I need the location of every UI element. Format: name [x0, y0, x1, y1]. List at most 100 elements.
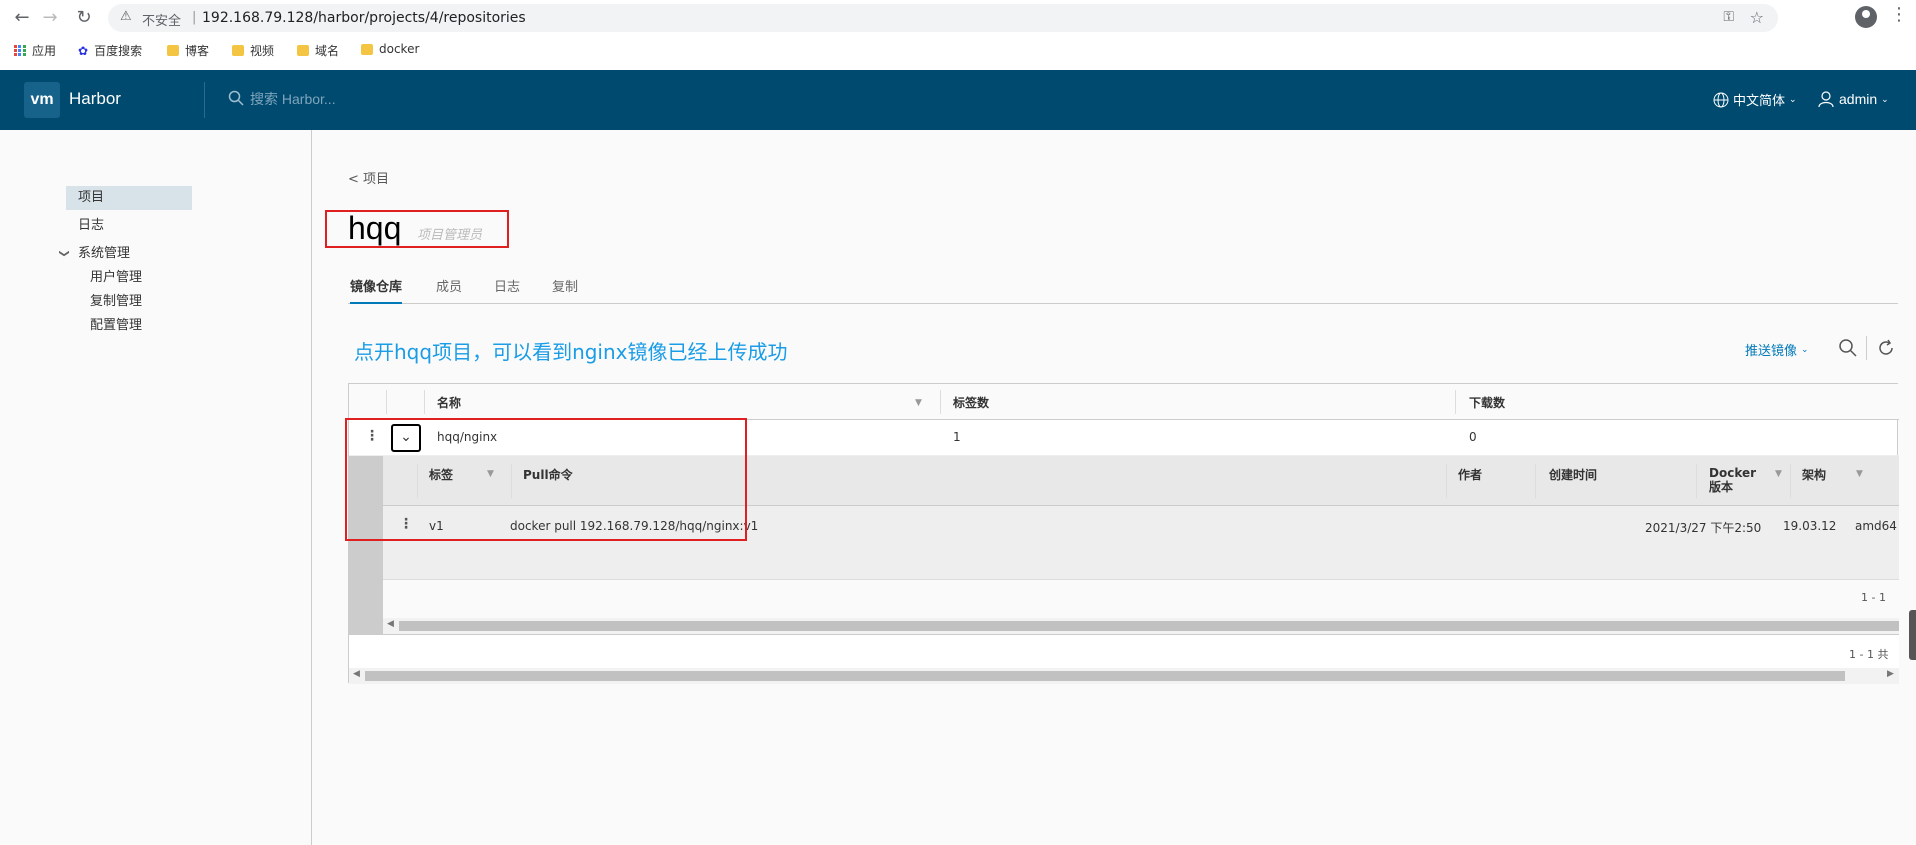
insecure-label: 不安全: [142, 14, 182, 29]
scroll-thumb[interactable]: [399, 621, 1899, 631]
tag-docker-version: 19.03.12: [1783, 519, 1837, 533]
breadcrumb[interactable]: < 项目: [348, 168, 389, 187]
tab-logs[interactable]: 日志: [494, 276, 520, 304]
push-image-label: 推送镜像: [1745, 344, 1798, 359]
address-bar[interactable]: ⚠ 不安全 | 192.168.79.128/harbor/projects/4…: [108, 4, 1778, 32]
datagrid-header: 名称 ▼ 标签数 下载数: [349, 384, 1899, 420]
push-image-button[interactable]: 推送镜像 ⌄: [1745, 340, 1809, 359]
search-icon[interactable]: [1838, 338, 1858, 358]
bookmark-label: 视频: [250, 44, 275, 58]
profile-icon[interactable]: [1855, 6, 1877, 28]
baidu-paw-icon: ✿: [78, 43, 89, 58]
language-selector[interactable]: 中文简体 ⌄: [1713, 90, 1797, 109]
pagination-text: 1 - 1 共: [1849, 648, 1889, 661]
column-header-pulls[interactable]: 下载数: [1469, 394, 1505, 411]
pull-count: 0: [1469, 430, 1477, 444]
tab-replication[interactable]: 复制: [552, 276, 578, 304]
folder-icon: [297, 45, 309, 56]
column-separator: [424, 390, 425, 414]
sidebar-item-configuration[interactable]: 配置管理: [90, 314, 142, 338]
user-icon: [1818, 91, 1834, 108]
column-separator: [1696, 464, 1697, 498]
bookmarks-bar: 应用 ✿ 百度搜索 博客 视频 域名 docker: [0, 40, 1916, 64]
column-separator: [1535, 464, 1536, 498]
tag-created: 2021/3/27 下午2:50: [1645, 521, 1762, 535]
url-text[interactable]: 192.168.79.128/harbor/projects/4/reposit…: [202, 10, 526, 26]
bookmark-docker[interactable]: docker: [361, 42, 419, 56]
sidebar-item-replication-management[interactable]: 复制管理: [90, 290, 142, 314]
bookmark-label: 域名: [315, 44, 340, 58]
subgrid-pagination: 1 - 1: [1861, 591, 1886, 604]
forward-icon[interactable]: →: [38, 6, 62, 30]
scroll-right-icon[interactable]: ▶: [1887, 669, 1894, 679]
vm-logo[interactable]: vm: [24, 82, 60, 118]
folder-icon: [361, 43, 373, 55]
bookmark-domain[interactable]: 域名: [297, 42, 339, 59]
tab-repositories[interactable]: 镜像仓库: [350, 276, 403, 304]
bookmark-label: 应用: [32, 44, 57, 58]
key-icon[interactable]: ⚿: [1723, 9, 1734, 25]
warning-icon: ⚠: [120, 9, 132, 24]
scroll-left-icon[interactable]: ◀: [387, 619, 394, 629]
address-row: ← → ↻ ⚠ 不安全 | 192.168.79.128/harbor/proj…: [0, 0, 1916, 36]
chevron-down-icon: ⌄: [1789, 94, 1797, 105]
scroll-thumb[interactable]: [365, 671, 1845, 681]
username: admin: [1839, 91, 1878, 107]
filter-icon[interactable]: ▼: [915, 398, 922, 408]
tag-count: 1: [953, 430, 961, 444]
filter-icon[interactable]: ▼: [1775, 469, 1782, 479]
user-menu[interactable]: admin ⌄: [1817, 90, 1889, 108]
scroll-left-icon[interactable]: ◀: [353, 669, 360, 679]
filter-icon[interactable]: ▼: [1856, 469, 1863, 479]
column-header-arch[interactable]: 架构: [1802, 466, 1826, 483]
language-label: 中文简体: [1733, 94, 1786, 109]
highlight-box-title: [325, 210, 509, 248]
datagrid-footer: 1 - 1 共: [349, 634, 1899, 668]
browser-menu-icon[interactable]: ⋮: [1890, 4, 1908, 25]
highlight-box-repository: [345, 418, 747, 541]
column-separator: [1446, 464, 1447, 498]
column-separator: [1790, 464, 1791, 498]
toolbar-divider: [1866, 336, 1867, 360]
column-separator: [940, 390, 941, 414]
search-icon: [228, 90, 244, 106]
bookmark-baidu[interactable]: ✿ 百度搜索: [78, 42, 142, 59]
sidebar-item-logs[interactable]: 日志: [66, 214, 104, 238]
back-icon[interactable]: ←: [10, 6, 34, 30]
sidebar-item-projects[interactable]: 项目: [66, 186, 192, 210]
bookmark-blog[interactable]: 博客: [167, 42, 209, 59]
app-header: vm Harbor 中文简体 ⌄ admin ⌄: [0, 70, 1916, 130]
reload-icon[interactable]: ↻: [72, 6, 96, 30]
folder-icon: [232, 45, 244, 56]
star-icon[interactable]: ☆: [1750, 8, 1764, 27]
bookmark-label: docker: [379, 42, 420, 56]
bookmark-apps[interactable]: 应用: [14, 42, 56, 59]
chevron-down-icon: ⌄: [1881, 93, 1889, 104]
app-name[interactable]: Harbor: [69, 89, 121, 109]
bookmark-label: 百度搜索: [94, 44, 143, 58]
column-header-tags[interactable]: 标签数: [953, 394, 989, 411]
column-header-created[interactable]: 创建时间: [1549, 466, 1597, 483]
refresh-icon[interactable]: [1876, 338, 1896, 358]
column-header-author[interactable]: 作者: [1458, 466, 1482, 483]
annotation-text: 点开hqq项目，可以看到nginx镜像已经上传成功: [354, 340, 788, 364]
sidebar-item-user-management[interactable]: 用户管理: [90, 266, 142, 290]
subgrid-scrollbar[interactable]: ◀: [383, 618, 1899, 634]
tab-bar: 镜像仓库 成员 日志 复制: [348, 276, 1898, 304]
apps-grid-icon: [14, 44, 26, 57]
search-input[interactable]: [250, 88, 550, 110]
subgrid-footer: 1 - 1: [383, 580, 1899, 618]
header-divider: [204, 82, 205, 118]
tag-arch: amd64: [1855, 519, 1897, 533]
globe-icon: [1713, 92, 1729, 107]
folder-icon: [167, 45, 179, 56]
datagrid-scrollbar[interactable]: ◀ ▶: [349, 668, 1899, 684]
sidebar-item-system-admin[interactable]: 系统管理: [66, 242, 130, 266]
side-panel-handle[interactable]: [1909, 610, 1916, 660]
tab-members[interactable]: 成员: [436, 276, 462, 304]
bookmark-video[interactable]: 视频: [232, 42, 274, 59]
column-header-docker-version[interactable]: Docker 版本: [1709, 466, 1756, 494]
column-separator: [386, 390, 387, 414]
column-separator: [1455, 390, 1456, 414]
column-header-name[interactable]: 名称: [437, 394, 461, 411]
